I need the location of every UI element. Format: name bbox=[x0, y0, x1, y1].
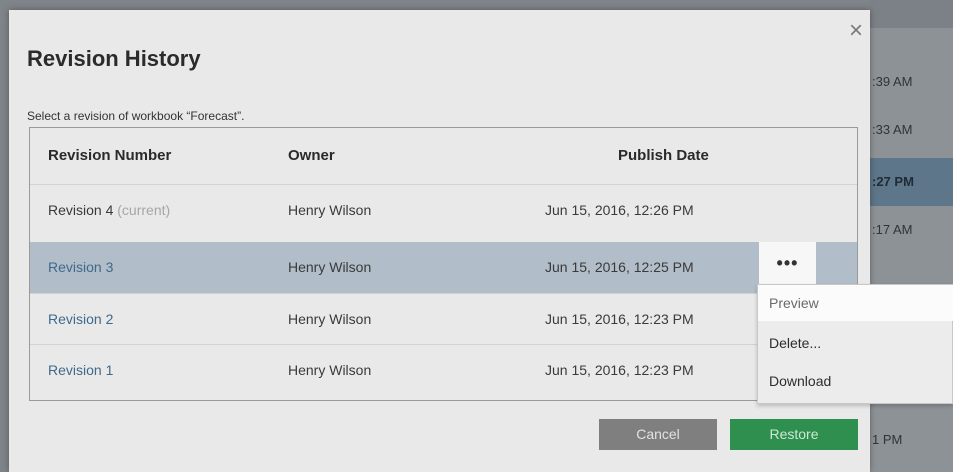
menu-item-download[interactable]: Download bbox=[758, 363, 953, 399]
background-list-item: :17 AM bbox=[872, 222, 913, 237]
table-row[interactable]: Revision 1 Henry Wilson Jun 15, 2016, 12… bbox=[30, 344, 857, 395]
cancel-button[interactable]: Cancel bbox=[599, 419, 717, 450]
publish-date-cell: Jun 15, 2016, 12:23 PM bbox=[545, 362, 694, 378]
publish-date-cell: Jun 15, 2016, 12:26 PM bbox=[545, 202, 694, 218]
publish-date-cell: Jun 15, 2016, 12:23 PM bbox=[545, 311, 694, 327]
dialog-subtitle: Select a revision of workbook “Forecast”… bbox=[27, 109, 245, 123]
menu-item-preview[interactable]: Preview bbox=[758, 285, 953, 321]
revision-number-link[interactable]: Revision 2 bbox=[48, 294, 113, 344]
restore-button[interactable]: Restore bbox=[730, 419, 858, 450]
revision-number-link[interactable]: Revision 1 bbox=[48, 345, 113, 395]
column-header-publish-date[interactable]: Publish Date bbox=[618, 128, 709, 184]
background-list-item: 1 PM bbox=[872, 432, 903, 447]
table-row-selected[interactable]: Revision 3 Henry Wilson Jun 15, 2016, 12… bbox=[30, 242, 857, 293]
owner-cell: Henry Wilson bbox=[288, 311, 372, 327]
table-row[interactable]: Revision 4 (current) Henry Wilson Jun 15… bbox=[30, 184, 857, 235]
column-header-owner[interactable]: Owner bbox=[288, 128, 335, 184]
background-list-item: :33 AM bbox=[872, 122, 913, 137]
background-list-item: :39 AM bbox=[872, 74, 913, 89]
revision-label: Revision 4 bbox=[48, 202, 114, 218]
owner-cell: Henry Wilson bbox=[288, 362, 372, 378]
current-tag: (current) bbox=[117, 202, 171, 218]
revision-number-link[interactable]: Revision 3 bbox=[48, 242, 113, 292]
dialog-title: Revision History bbox=[27, 46, 201, 71]
revision-history-dialog: × Revision History Select a revision of … bbox=[9, 10, 870, 472]
column-header-revision-number[interactable]: Revision Number bbox=[48, 128, 171, 184]
publish-date-cell: Jun 15, 2016, 12:25 PM bbox=[545, 259, 694, 275]
owner-cell: Henry Wilson bbox=[288, 259, 372, 275]
revision-table: Revision Number Owner Publish Date Revis… bbox=[29, 127, 858, 401]
revision-number-cell: Revision 4 (current) bbox=[48, 185, 170, 235]
close-icon[interactable]: × bbox=[845, 19, 867, 43]
owner-cell: Henry Wilson bbox=[288, 202, 372, 218]
revision-actions-menu: Preview Delete... Download bbox=[757, 284, 953, 404]
table-row[interactable]: Revision 2 Henry Wilson Jun 15, 2016, 12… bbox=[30, 293, 857, 344]
background-list-header bbox=[870, 0, 953, 28]
background-list-item-selected: :27 PM bbox=[870, 158, 953, 206]
menu-item-delete[interactable]: Delete... bbox=[758, 325, 953, 361]
